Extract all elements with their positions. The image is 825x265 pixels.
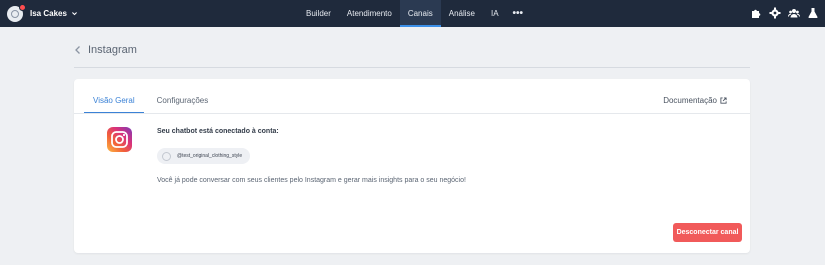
external-link-icon (720, 97, 727, 104)
channel-card: Visão Geral Configurações Documentação S… (74, 79, 750, 253)
tab-visao-geral[interactable]: Visão Geral (84, 92, 144, 113)
nav-more-button[interactable]: ••• (507, 0, 530, 27)
documentation-link[interactable]: Documentação (663, 96, 727, 105)
nav-builder[interactable]: Builder (298, 0, 339, 27)
toolbar-icons (750, 6, 819, 19)
notification-dot (19, 3, 26, 11)
account-chip: @test_original_clothing_style (157, 148, 251, 164)
puzzle-icon[interactable] (750, 6, 762, 18)
chevron-left-icon[interactable] (74, 45, 82, 55)
gear-icon[interactable] (769, 6, 781, 19)
chevron-down-icon (71, 12, 77, 16)
tab-configuracoes[interactable]: Configurações (148, 92, 218, 113)
nav-ia[interactable]: IA (483, 0, 507, 27)
nav-canais[interactable]: Canais (399, 0, 441, 27)
workspace-avatar (7, 3, 26, 22)
workspace-name: Isa Cakes (30, 9, 67, 18)
team-icon[interactable] (788, 6, 800, 18)
workspace-switcher[interactable]: Isa Cakes (7, 3, 78, 23)
top-navbar: Isa Cakes Builder Atendimento Canais Aná… (0, 0, 825, 27)
nav-atendimento[interactable]: Atendimento (339, 0, 400, 27)
connected-text: Seu chatbot está conectado à conta: (157, 128, 279, 135)
account-avatar-icon (162, 151, 171, 161)
instagram-logo-icon (107, 127, 132, 152)
documentation-label: Documentação (663, 96, 717, 105)
flask-icon[interactable] (807, 6, 819, 18)
page-title: Instagram (88, 44, 137, 56)
header-divider (74, 67, 750, 68)
nav-analise[interactable]: Análise (441, 0, 483, 27)
tabs-divider (74, 113, 750, 114)
disconnect-channel-button[interactable]: Desconectar canal (673, 223, 742, 242)
page-header: Instagram (74, 44, 137, 56)
tab-bar: Visão Geral Configurações (84, 92, 217, 113)
description-text: Você já pode conversar com seus clientes… (157, 177, 466, 184)
account-handle: @test_original_clothing_style (177, 153, 243, 159)
main-nav: Builder Atendimento Canais Análise IA ••… (298, 0, 529, 27)
